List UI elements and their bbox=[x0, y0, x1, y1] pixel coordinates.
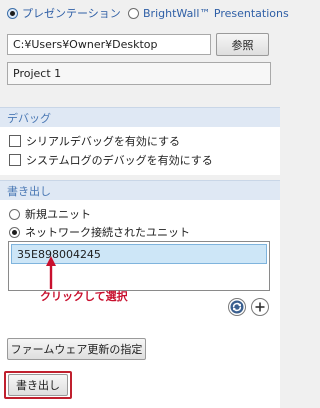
system-log-debug-option[interactable]: システムログのデバッグを有効にする bbox=[9, 152, 213, 168]
brightwall-radio[interactable] bbox=[128, 7, 139, 19]
mode-option-brightwall[interactable]: BrightWall™ Presentations bbox=[128, 5, 289, 21]
serial-debug-checkbox[interactable] bbox=[9, 135, 21, 147]
system-log-debug-checkbox[interactable] bbox=[9, 154, 21, 166]
export-section-header: 書き出し bbox=[0, 180, 280, 200]
refresh-icon bbox=[230, 300, 244, 314]
mode-option-label: BrightWall™ Presentations bbox=[143, 6, 289, 20]
export-section-title: 書き出し bbox=[7, 184, 51, 198]
unit-serial: 35E898004245 bbox=[17, 247, 101, 261]
browse-button-label: 参照 bbox=[231, 38, 254, 52]
firmware-update-button[interactable]: ファームウェア更新の指定 bbox=[7, 338, 146, 360]
mode-option-presentation[interactable]: プレゼンテーション bbox=[7, 5, 121, 21]
export-section-body: 新規ユニット ネットワーク接続されたユニット 35E898004245 クリック… bbox=[0, 200, 280, 408]
debug-section-header: デバッグ bbox=[0, 107, 280, 127]
new-unit-radio[interactable] bbox=[9, 208, 20, 220]
presentation-radio[interactable] bbox=[7, 7, 18, 19]
plus-icon bbox=[255, 302, 265, 312]
debug-section-title: デバッグ bbox=[7, 111, 51, 125]
project-name-field[interactable]: Project 1 bbox=[7, 62, 271, 85]
firmware-update-button-label: ファームウェア更新の指定 bbox=[10, 343, 143, 356]
write-button-label: 書き出し bbox=[16, 379, 60, 392]
network-unit-label: ネットワーク接続されたユニット bbox=[25, 226, 190, 239]
serial-debug-label: シリアルデバッグを有効にする bbox=[26, 135, 180, 148]
system-log-debug-label: システムログのデバッグを有効にする bbox=[26, 154, 213, 167]
refresh-button[interactable] bbox=[228, 298, 246, 316]
add-unit-button[interactable] bbox=[251, 298, 269, 316]
write-button[interactable]: 書き出し bbox=[8, 374, 68, 396]
project-name-value: Project 1 bbox=[13, 67, 62, 80]
new-unit-label: 新規ユニット bbox=[25, 208, 91, 221]
serial-debug-option[interactable]: シリアルデバッグを有効にする bbox=[9, 133, 180, 149]
browse-button[interactable]: 参照 bbox=[216, 33, 269, 56]
new-unit-option[interactable]: 新規ユニット bbox=[9, 206, 91, 222]
network-unit-option[interactable]: ネットワーク接続されたユニット bbox=[9, 224, 190, 240]
debug-section-body: シリアルデバッグを有効にする システムログのデバッグを有効にする bbox=[0, 127, 280, 175]
path-input[interactable]: C:¥Users¥Owner¥Desktop bbox=[7, 34, 211, 55]
mode-bar: プレゼンテーション BrightWall™ Presentations bbox=[0, 0, 289, 26]
path-value: C:¥Users¥Owner¥Desktop bbox=[13, 38, 158, 51]
annotation-label: クリックして選択 bbox=[40, 290, 128, 303]
mode-option-label: プレゼンテーション bbox=[22, 7, 121, 20]
annotation-arrow-icon bbox=[46, 256, 56, 289]
network-unit-radio[interactable] bbox=[9, 226, 20, 238]
